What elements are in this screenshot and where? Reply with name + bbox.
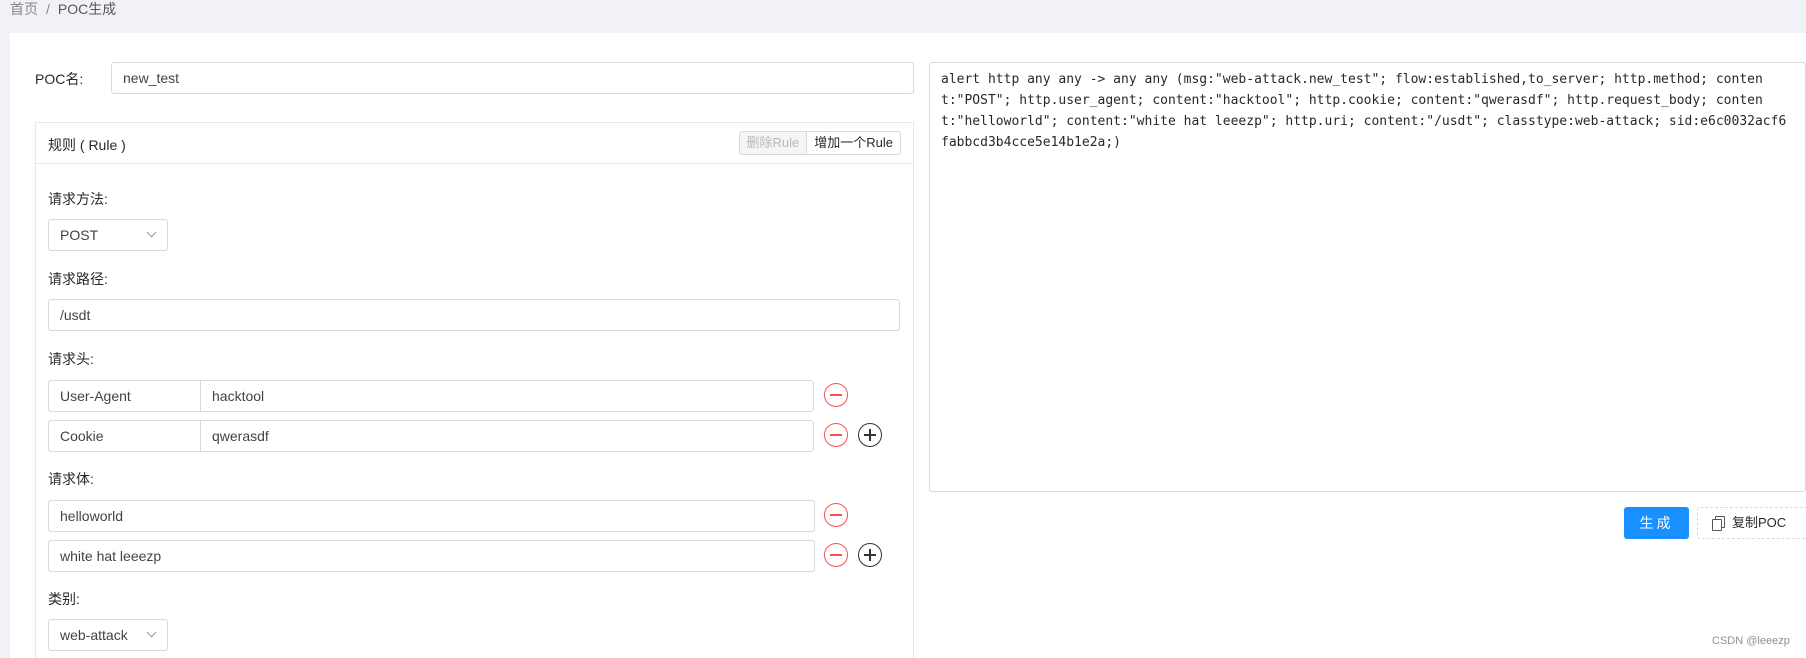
- header-row: User-Agent hacktool: [48, 380, 814, 412]
- method-select-value: POST: [60, 227, 99, 243]
- chevron-down-icon: [146, 627, 157, 638]
- copy-poc-label: 复制POC: [1732, 515, 1787, 530]
- add-circle-icon[interactable]: [858, 543, 882, 567]
- body-input[interactable]: helloworld: [48, 500, 815, 532]
- generate-button[interactable]: 生成: [1624, 507, 1689, 539]
- header-key-input[interactable]: User-Agent: [49, 381, 201, 411]
- breadcrumb: 首页 / POC生成: [10, 0, 116, 20]
- remove-circle-icon[interactable]: [824, 383, 848, 407]
- header-row: Cookie qwerasdf: [48, 420, 814, 452]
- path-label: 请求路径:: [48, 271, 108, 287]
- delete-rule-button[interactable]: 删除Rule: [738, 131, 808, 155]
- remove-circle-icon[interactable]: [824, 503, 848, 527]
- remove-circle-icon[interactable]: [824, 543, 848, 567]
- header-value-input[interactable]: qwerasdf: [201, 421, 813, 451]
- body-label: 请求体:: [48, 471, 94, 487]
- category-select[interactable]: web-attack: [48, 619, 168, 651]
- poc-output-textarea[interactable]: alert http any any -> any any (msg:"web-…: [929, 62, 1806, 492]
- header-value-input[interactable]: hacktool: [201, 381, 813, 411]
- category-label: 类别:: [48, 591, 80, 607]
- copy-poc-button[interactable]: 复制POC: [1697, 507, 1806, 539]
- path-input[interactable]: /usdt: [48, 299, 900, 331]
- breadcrumb-separator: /: [46, 1, 50, 17]
- breadcrumb-home[interactable]: 首页: [10, 1, 38, 17]
- chevron-down-icon: [146, 227, 157, 238]
- rule-title: 规则 ( Rule ): [48, 137, 126, 153]
- header-key-input[interactable]: Cookie: [49, 421, 201, 451]
- rule-button-group: 删除Rule 增加一个Rule: [738, 131, 901, 155]
- rule-panel-header: 规则 ( Rule ) 删除Rule 增加一个Rule: [36, 123, 913, 164]
- add-circle-icon[interactable]: [858, 423, 882, 447]
- headers-label: 请求头:: [48, 351, 94, 367]
- add-rule-button[interactable]: 增加一个Rule: [807, 131, 901, 155]
- watermark: CSDN @leeezp: [1712, 635, 1790, 647]
- body-input[interactable]: white hat leeezp: [48, 540, 815, 572]
- poc-name-input[interactable]: new_test: [111, 62, 914, 94]
- method-label: 请求方法:: [48, 191, 108, 207]
- poc-name-label: POC名:: [35, 71, 84, 87]
- breadcrumb-current: POC生成: [57, 1, 117, 17]
- remove-circle-icon[interactable]: [824, 423, 848, 447]
- category-select-value: web-attack: [60, 627, 128, 643]
- copy-icon: [1712, 516, 1725, 531]
- method-select[interactable]: POST: [48, 219, 168, 251]
